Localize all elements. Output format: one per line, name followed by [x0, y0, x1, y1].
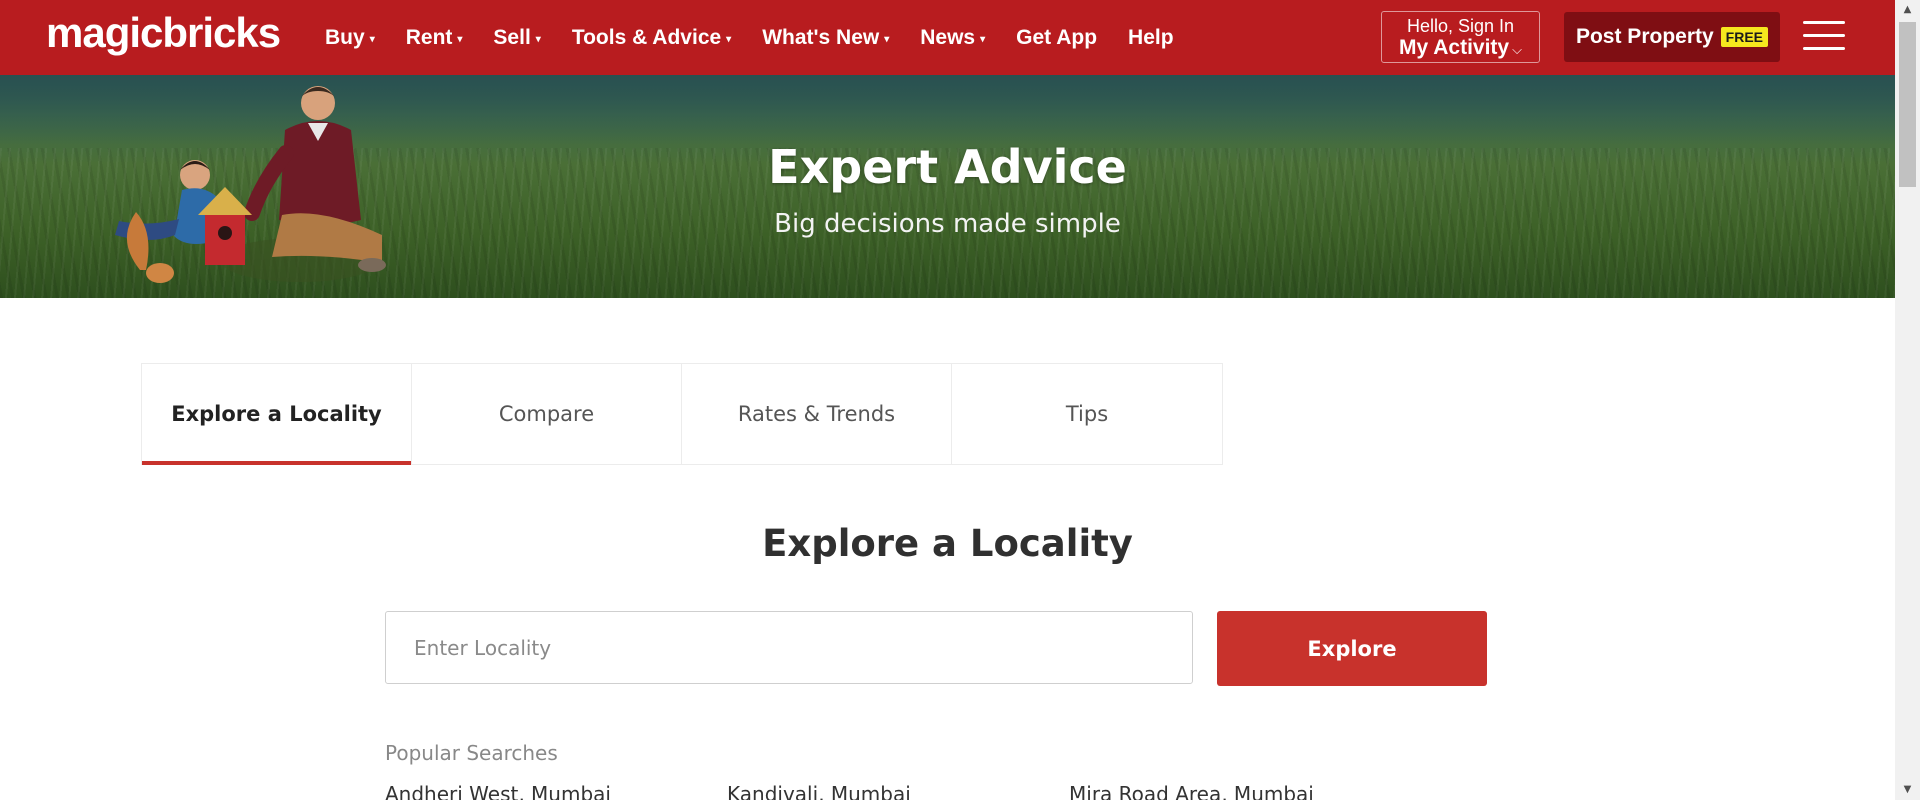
- nav-help-label: Help: [1128, 25, 1174, 49]
- chevron-down-icon: ▾: [457, 34, 463, 45]
- scroll-down-arrow-icon[interactable]: ▼: [1895, 780, 1920, 800]
- popular-searches-label: Popular Searches: [385, 741, 558, 765]
- signin-my-activity-button[interactable]: Hello, Sign In My Activity ⌵: [1381, 11, 1540, 63]
- chevron-down-icon: ▾: [884, 34, 890, 45]
- nav-tools-advice[interactable]: Tools & Advice ▾: [572, 26, 731, 50]
- chevron-down-icon: ▾: [980, 34, 986, 45]
- free-badge: FREE: [1720, 27, 1769, 47]
- magicbricks-logo[interactable]: magicbricks: [46, 9, 281, 57]
- my-activity-label: My Activity ⌵: [1382, 36, 1539, 62]
- nav-tools-advice-label: Tools & Advice: [571, 25, 722, 49]
- nav-whats-new-label: What's New: [762, 25, 880, 49]
- hero-subtitle: Big decisions made simple: [774, 209, 1121, 239]
- nav-whats-new[interactable]: What's New ▾: [762, 26, 889, 50]
- top-header: magicbricks Buy ▾ Rent ▾ Sell ▾ Tools & …: [0, 0, 1895, 75]
- nav-get-app-label: Get App: [1016, 25, 1098, 49]
- popular-search-link[interactable]: Andheri West, Mumbai: [385, 782, 611, 800]
- chevron-down-icon: ▾: [726, 34, 732, 45]
- popular-search-link[interactable]: Mira Road Area, Mumbai: [1069, 782, 1314, 800]
- chevron-down-icon: ▾: [369, 34, 375, 45]
- hamburger-menu-icon[interactable]: [1803, 21, 1845, 53]
- nav-sell-label: Sell: [493, 25, 531, 49]
- post-property-label: Post Property: [1575, 25, 1714, 48]
- explore-button[interactable]: Explore: [1217, 611, 1487, 686]
- page-scrollbar[interactable]: ▲ ▼: [1895, 0, 1920, 800]
- nav-get-app[interactable]: Get App: [1016, 26, 1097, 50]
- tab-compare[interactable]: Compare: [412, 364, 682, 464]
- nav-news[interactable]: News ▾: [920, 26, 985, 50]
- tab-rates-trends[interactable]: Rates & Trends: [682, 364, 952, 464]
- post-property-button[interactable]: Post Property FREE: [1564, 12, 1780, 62]
- chevron-down-icon: ⌵: [1512, 42, 1522, 57]
- nav-buy-label: Buy: [325, 25, 365, 49]
- nav-rent-label: Rent: [405, 25, 453, 49]
- nav-rent[interactable]: Rent ▾: [406, 26, 463, 50]
- chevron-down-icon: ▾: [535, 34, 541, 45]
- main-nav: Buy ▾ Rent ▾ Sell ▾ Tools & Advice ▾ Wha…: [325, 0, 1205, 75]
- signin-greeting: Hello, Sign In: [1406, 16, 1515, 36]
- section-title: Explore a Locality: [762, 522, 1133, 565]
- nav-help[interactable]: Help: [1128, 26, 1174, 50]
- scroll-up-arrow-icon[interactable]: ▲: [1895, 0, 1920, 20]
- nav-sell[interactable]: Sell ▾: [493, 26, 540, 50]
- advice-tabs: Explore a Locality Compare Rates & Trend…: [141, 363, 1223, 465]
- nav-news-label: News: [920, 25, 976, 49]
- hero-title: Expert Advice: [768, 140, 1127, 194]
- hero-banner: Expert Advice Big decisions made simple: [0, 75, 1895, 298]
- tab-tips[interactable]: Tips: [952, 364, 1222, 464]
- locality-search-input[interactable]: [385, 611, 1193, 684]
- my-activity-text: My Activity: [1399, 36, 1510, 59]
- tab-explore-locality[interactable]: Explore a Locality: [142, 364, 412, 465]
- nav-buy[interactable]: Buy ▾: [325, 26, 375, 50]
- scrollbar-thumb[interactable]: [1899, 22, 1916, 187]
- popular-search-link[interactable]: Kandivali, Mumbai: [727, 782, 911, 800]
